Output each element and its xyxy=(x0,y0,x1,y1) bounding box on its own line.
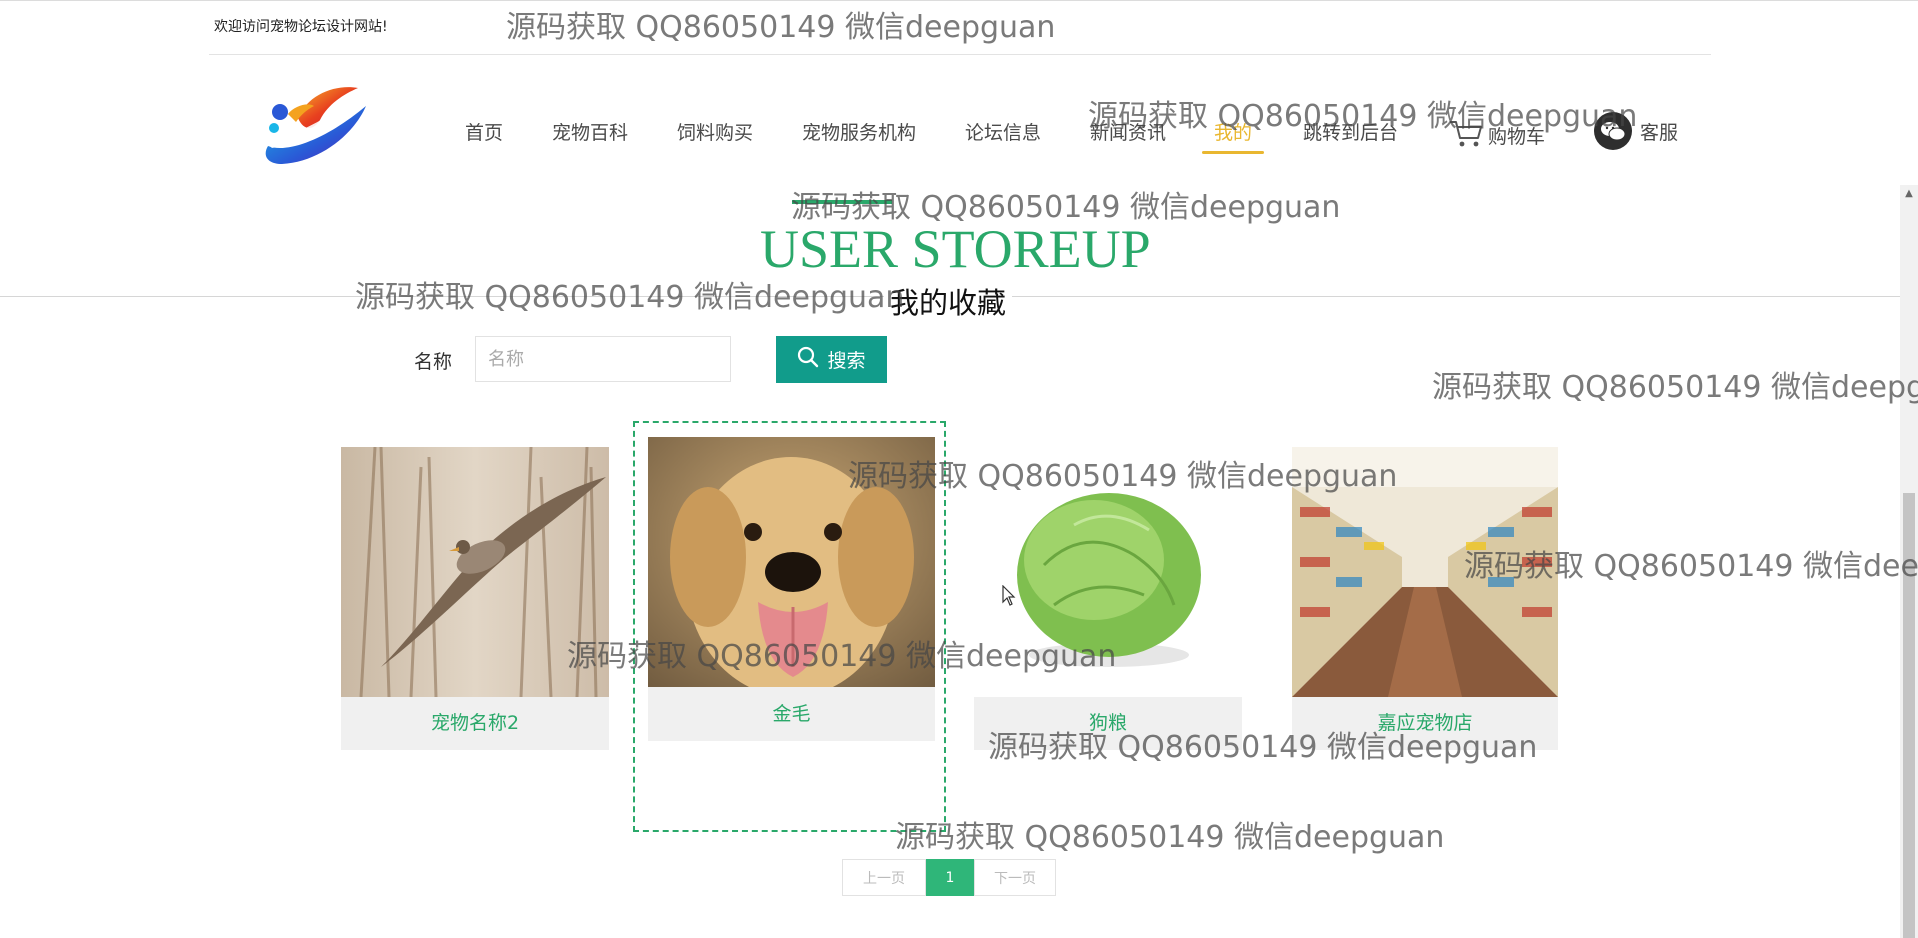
site-logo[interactable] xyxy=(258,76,376,166)
card-name: 宠物名称2 xyxy=(430,712,520,734)
top-border xyxy=(0,0,1918,1)
watermark: 源码获取 QQ86050149 微信deepguan xyxy=(1432,370,1918,405)
service-label: 客服 xyxy=(1640,121,1679,144)
nav-mine[interactable]: 我的 xyxy=(1214,118,1252,145)
nav-news[interactable]: 新闻资讯 xyxy=(1090,118,1166,145)
card-name: 金毛 xyxy=(772,703,811,725)
customer-service-link[interactable]: 客服 xyxy=(1594,112,1678,150)
card-image-pet-store xyxy=(1292,447,1558,697)
pagination: 上一页 1 下一页 xyxy=(842,859,1056,896)
prev-page-button[interactable]: 上一页 xyxy=(842,859,926,896)
card-image-dog-food xyxy=(974,445,1242,697)
watermark: 源码获取 QQ86050149 微信deepguan xyxy=(895,820,1445,855)
page-1-button[interactable]: 1 xyxy=(926,859,974,896)
cart-icon xyxy=(1448,118,1488,153)
vertical-scrollbar[interactable]: ▲ xyxy=(1900,185,1918,938)
page-title-en: USER STOREUP xyxy=(760,219,1151,279)
cart-label: 购物车 xyxy=(1488,126,1546,148)
title-accent-bar xyxy=(792,200,892,204)
nav-home[interactable]: 首页 xyxy=(465,118,503,145)
mouse-cursor-icon xyxy=(1002,584,1016,611)
search-button-label: 搜索 xyxy=(827,350,866,372)
nav-pet-service-orgs[interactable]: 宠物服务机构 xyxy=(802,118,916,145)
scroll-up-arrow-icon[interactable]: ▲ xyxy=(1900,185,1918,201)
search-label: 名称 xyxy=(414,351,453,373)
favorite-card-bird[interactable]: 宠物名称2 xyxy=(341,447,609,750)
search-icon xyxy=(797,346,827,373)
welcome-text: 欢迎访问宠物论坛设计网站! xyxy=(214,19,388,35)
card-name: 狗粮 xyxy=(1088,712,1127,734)
header-divider xyxy=(209,54,1711,55)
next-page-button[interactable]: 下一页 xyxy=(974,859,1056,896)
card-image-golden-retriever xyxy=(648,437,935,687)
nav-feed-purchase[interactable]: 饲料购买 xyxy=(677,118,753,145)
cart-link[interactable]: 购物车 xyxy=(1448,118,1545,153)
card-name: 嘉应宠物店 xyxy=(1377,712,1473,734)
page-title: 我的收藏 xyxy=(884,280,1013,322)
favorite-card-pet-store[interactable]: 嘉应宠物店 xyxy=(1292,447,1558,750)
nav-pet-encyclopedia[interactable]: 宠物百科 xyxy=(552,118,628,145)
nav-forum[interactable]: 论坛信息 xyxy=(965,118,1041,145)
search-input[interactable] xyxy=(475,336,731,382)
nav-active-indicator xyxy=(1202,151,1264,154)
wechat-icon xyxy=(1594,112,1632,150)
favorite-card-golden-retriever[interactable]: 金毛 xyxy=(648,437,935,741)
nav-admin-jump[interactable]: 跳转到后台 xyxy=(1303,118,1398,145)
scroll-thumb[interactable] xyxy=(1903,493,1915,938)
search-button[interactable]: 搜索 xyxy=(776,336,887,383)
card-image-bird xyxy=(341,447,609,697)
watermark: 源码获取 QQ86050149 微信deepguan xyxy=(506,10,1056,45)
